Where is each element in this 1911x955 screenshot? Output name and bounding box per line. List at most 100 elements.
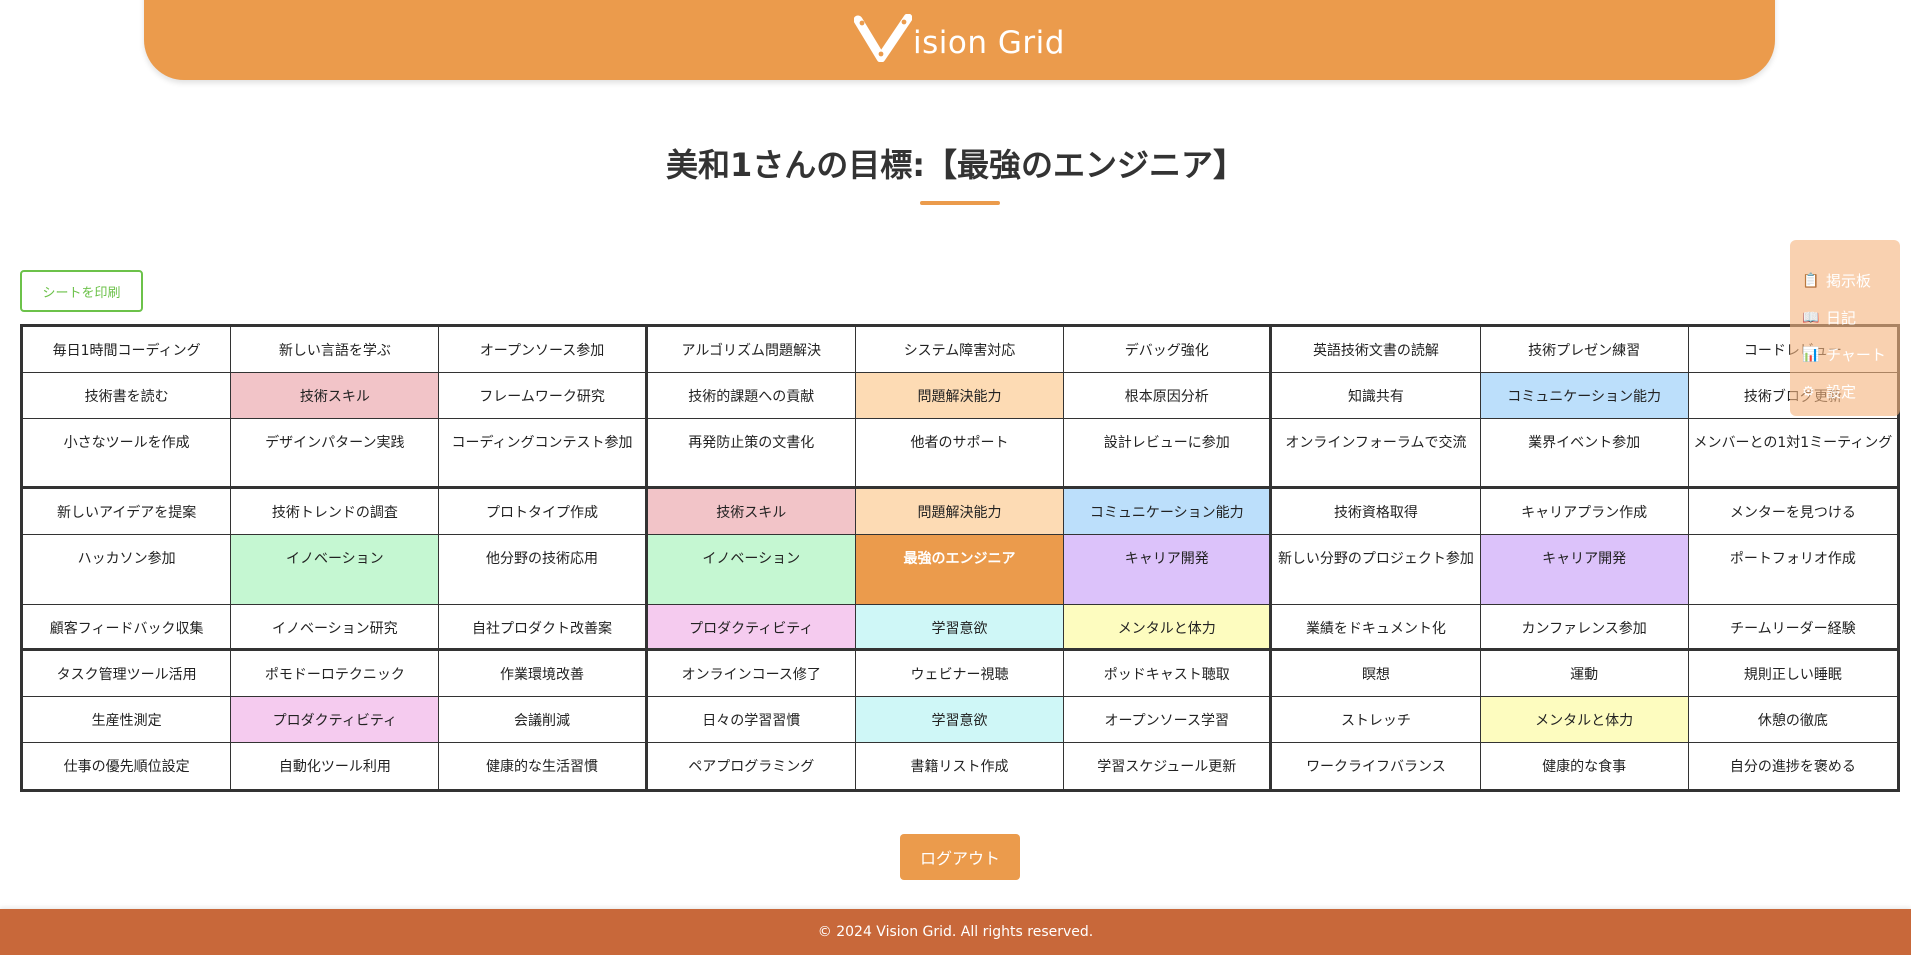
- goal-cell[interactable]: 他者のサポート: [855, 419, 1065, 489]
- goal-cell[interactable]: 作業環境改善: [439, 651, 648, 697]
- side-menu-label: 設定: [1826, 383, 1857, 401]
- goal-cell[interactable]: コーディングコンテスト参加: [439, 419, 648, 489]
- side-menu-item-diary[interactable]: 📖 日記: [1802, 299, 1900, 336]
- goal-cell[interactable]: 規則正しい睡眠: [1688, 651, 1897, 697]
- goal-cell[interactable]: 他分野の技術応用: [439, 535, 648, 605]
- side-menu-label: 掲示板: [1826, 272, 1872, 290]
- goal-cell[interactable]: 瞑想: [1272, 651, 1481, 697]
- goal-cell[interactable]: カンファレンス参加: [1480, 605, 1689, 651]
- goal-cell[interactable]: オープンソース参加: [439, 327, 648, 373]
- goal-cell[interactable]: デザインパターン実践: [231, 419, 440, 489]
- vision-v-logo-icon: [854, 14, 913, 62]
- goal-cell-theme[interactable]: イノベーション: [231, 535, 440, 605]
- goal-cell[interactable]: 運動: [1480, 651, 1689, 697]
- goal-cell[interactable]: 技術トレンドの調査: [231, 489, 440, 535]
- goal-cell[interactable]: ポッドキャスト聴取: [1064, 651, 1273, 697]
- goal-cell[interactable]: 業績をドキュメント化: [1272, 605, 1481, 651]
- goal-cell-theme[interactable]: コミュニケーション能力: [1064, 489, 1273, 535]
- side-menu-item-chart[interactable]: 📊 チャート: [1802, 336, 1900, 373]
- goal-cell-theme[interactable]: イノベーション: [647, 535, 856, 605]
- goal-cell-theme[interactable]: メンタルと体力: [1480, 697, 1689, 743]
- logo[interactable]: ision Grid: [144, 8, 1775, 68]
- goal-cell[interactable]: 顧客フィードバック収集: [23, 605, 232, 651]
- goal-cell[interactable]: 小さなツールを作成: [23, 419, 232, 489]
- goal-cell[interactable]: オンラインコース修了: [647, 651, 856, 697]
- goal-cell[interactable]: ペアプログラミング: [647, 743, 856, 789]
- book-icon: 📖: [1802, 309, 1820, 326]
- side-menu-label: 日記: [1826, 309, 1857, 327]
- goal-cell-center[interactable]: 最強のエンジニア: [855, 535, 1065, 605]
- goal-cell[interactable]: 新しい言語を学ぶ: [231, 327, 440, 373]
- goal-cell[interactable]: 会議削減: [439, 697, 648, 743]
- side-menu-label: チャート: [1826, 346, 1886, 364]
- goal-cell[interactable]: メンターを見つける: [1688, 489, 1897, 535]
- goal-cell[interactable]: 技術的課題への貢献: [647, 373, 856, 419]
- goal-cell[interactable]: ポモドーロテクニック: [231, 651, 440, 697]
- goal-cell-theme[interactable]: コミュニケーション能力: [1480, 373, 1689, 419]
- goal-cell-theme[interactable]: 学習意欲: [855, 605, 1065, 651]
- goal-cell-theme[interactable]: キャリア開発: [1064, 535, 1273, 605]
- goal-cell[interactable]: 新しい分野のプロジェクト参加: [1272, 535, 1481, 605]
- page-title: 美和1さんの目標:【最強のエンジニア】: [665, 146, 1246, 184]
- goal-cell[interactable]: キャリアプラン作成: [1480, 489, 1689, 535]
- goal-cell-theme[interactable]: プロダクティビティ: [231, 697, 440, 743]
- goal-cell[interactable]: 生産性測定: [23, 697, 232, 743]
- goal-cell[interactable]: 健康的な生活習慣: [439, 743, 648, 789]
- goal-cell[interactable]: プロトタイプ作成: [439, 489, 648, 535]
- clipboard-icon: 📋: [1802, 272, 1820, 289]
- goal-cell[interactable]: ワークライフバランス: [1272, 743, 1481, 789]
- goal-cell-theme[interactable]: キャリア開発: [1480, 535, 1689, 605]
- goal-cell[interactable]: チームリーダー経験: [1688, 605, 1897, 651]
- goal-cell[interactable]: 休憩の徹底: [1688, 697, 1897, 743]
- goal-cell-theme[interactable]: メンタルと体力: [1064, 605, 1273, 651]
- goal-cell[interactable]: イノベーション研究: [231, 605, 440, 651]
- goal-cell[interactable]: オープンソース学習: [1064, 697, 1273, 743]
- goal-cell[interactable]: 根本原因分析: [1064, 373, 1273, 419]
- goal-cell[interactable]: 自動化ツール利用: [231, 743, 440, 789]
- chart-icon: 📊: [1802, 346, 1820, 363]
- app-header: ision Grid: [144, 0, 1775, 80]
- goal-cell[interactable]: 再発防止策の文書化: [647, 419, 856, 489]
- goal-cell[interactable]: 業界イベント参加: [1480, 419, 1689, 489]
- goal-cell[interactable]: 健康的な食事: [1480, 743, 1689, 789]
- goal-cell[interactable]: 自分の進捗を褒める: [1688, 743, 1897, 789]
- goal-cell[interactable]: 自社プロダクト改善案: [439, 605, 648, 651]
- goal-cell-theme[interactable]: 問題解決能力: [855, 489, 1065, 535]
- goal-cell[interactable]: ストレッチ: [1272, 697, 1481, 743]
- goal-cell[interactable]: タスク管理ツール活用: [23, 651, 232, 697]
- goal-cell[interactable]: フレームワーク研究: [439, 373, 648, 419]
- goal-cell-theme[interactable]: 問題解決能力: [855, 373, 1065, 419]
- side-menu: 📋 掲示板 📖 日記 📊 チャート ⚙ 設定: [1790, 240, 1900, 416]
- goal-cell[interactable]: メンバーとの1対1ミーティング: [1688, 419, 1897, 489]
- goal-cell[interactable]: 知識共有: [1272, 373, 1481, 419]
- goal-cell[interactable]: 技術プレゼン練習: [1480, 327, 1689, 373]
- goal-cell[interactable]: デバッグ強化: [1064, 327, 1273, 373]
- goal-cell[interactable]: 技術資格取得: [1272, 489, 1481, 535]
- goal-cell[interactable]: ウェビナー視聴: [855, 651, 1065, 697]
- goal-cell[interactable]: システム障害対応: [855, 327, 1065, 373]
- logout-button[interactable]: ログアウト: [900, 834, 1020, 880]
- footer: © 2024 Vision Grid. All rights reserved.: [0, 909, 1911, 955]
- goal-cell[interactable]: 日々の学習習慣: [647, 697, 856, 743]
- goal-cell[interactable]: ハッカソン参加: [23, 535, 232, 605]
- goal-cell[interactable]: 書籍リスト作成: [855, 743, 1065, 789]
- goal-cell[interactable]: 毎日1時間コーディング: [23, 327, 232, 373]
- goal-cell[interactable]: 学習スケジュール更新: [1064, 743, 1273, 789]
- mandala-grid-cells: 毎日1時間コーディング 新しい言語を学ぶ オープンソース参加 アルゴリズム問題解決 シス…: [23, 327, 1897, 789]
- goal-cell[interactable]: 英語技術文書の読解: [1272, 327, 1481, 373]
- goal-cell-theme[interactable]: 技術スキル: [231, 373, 440, 419]
- goal-cell[interactable]: アルゴリズム問題解決: [647, 327, 856, 373]
- logo-text: ision Grid: [913, 25, 1065, 61]
- goal-cell-theme[interactable]: 技術スキル: [647, 489, 856, 535]
- goal-cell[interactable]: 新しいアイデアを提案: [23, 489, 232, 535]
- goal-cell[interactable]: ポートフォリオ作成: [1688, 535, 1897, 605]
- goal-cell[interactable]: 技術書を読む: [23, 373, 232, 419]
- side-menu-item-board[interactable]: 📋 掲示板: [1802, 262, 1900, 299]
- side-menu-item-settings[interactable]: ⚙ 設定: [1802, 373, 1900, 410]
- goal-cell-theme[interactable]: 学習意欲: [855, 697, 1065, 743]
- print-sheet-button[interactable]: シートを印刷: [20, 270, 143, 312]
- goal-cell[interactable]: 仕事の優先順位設定: [23, 743, 232, 789]
- goal-cell[interactable]: 設計レビューに参加: [1064, 419, 1273, 489]
- goal-cell-theme[interactable]: プロダクティビティ: [647, 605, 856, 651]
- goal-cell[interactable]: オンラインフォーラムで交流: [1272, 419, 1481, 489]
